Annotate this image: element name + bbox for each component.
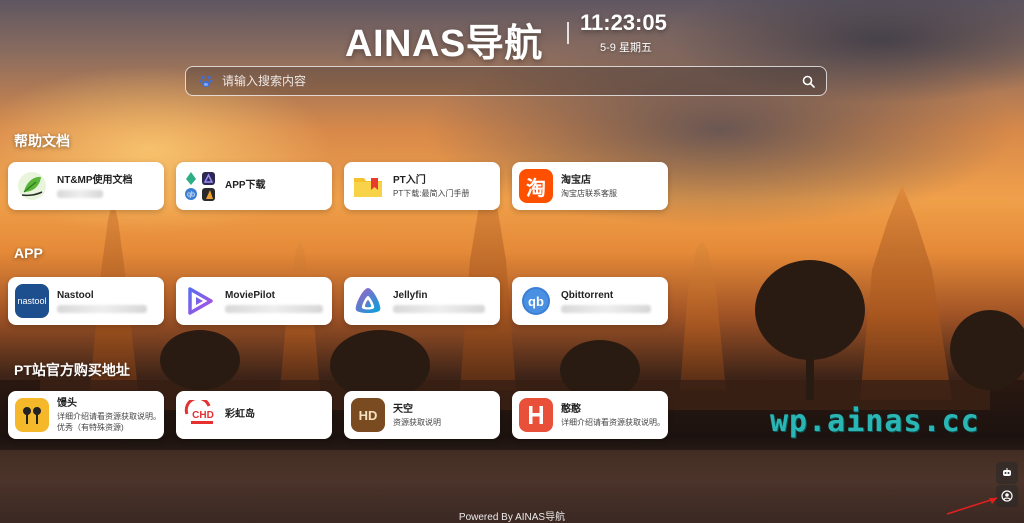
header: AINAS导航 11:23:05 5-9 星期五 <box>0 8 1024 65</box>
blurred-desc <box>561 305 651 313</box>
taobao-icon: 淘 <box>519 169 553 203</box>
card-desc: 详细介绍请看资源获取说明。优秀（有特殊资源) <box>57 412 161 432</box>
svg-text:du: du <box>204 82 208 87</box>
chd-icon: CHD <box>183 398 217 432</box>
card-name: 彩虹岛 <box>225 409 255 420</box>
card-name: 憨憨 <box>561 403 581 415</box>
baidu-paw-icon[interactable]: du <box>198 73 214 89</box>
clock-date: 5-9 星期五 <box>600 42 652 54</box>
card-app-download[interactable]: qb APP下载 <box>176 162 332 210</box>
card-desc: 详细介绍请看资源获取说明。 <box>561 417 665 427</box>
leaf-logo-icon <box>15 169 49 203</box>
card-name: 淘宝店 <box>561 174 591 186</box>
svg-text:qb: qb <box>187 192 195 199</box>
card-name: APP下载 <box>225 180 266 191</box>
blurred-desc <box>57 190 103 198</box>
card-jellyfin[interactable]: Jellyfin <box>344 277 500 325</box>
card-mteam[interactable]: 馒头 详细介绍请看资源获取说明。优秀（有特殊资源) <box>8 391 164 439</box>
card-name: 天空 <box>393 403 413 415</box>
card-name: Qbittorrent <box>561 290 614 301</box>
search-input[interactable] <box>222 74 800 88</box>
blurred-desc <box>225 305 323 313</box>
jellyfin-icon <box>351 284 385 318</box>
card-taobao[interactable]: 淘 淘宝店 淘宝店联系客服 <box>512 162 668 210</box>
search-icon[interactable] <box>800 73 816 89</box>
header-divider <box>567 22 569 44</box>
card-name: PT入门 <box>393 174 426 186</box>
card-pt-intro[interactable]: PT入门 PT下载:最简入门手册 <box>344 162 500 210</box>
site-title: AINAS导航 <box>345 23 543 65</box>
card-name: MoviePilot <box>225 290 276 301</box>
robot-icon[interactable] <box>996 462 1018 484</box>
card-desc: 淘宝店联系客服 <box>561 188 617 198</box>
mteam-icon <box>15 398 49 432</box>
section-title-pt-sites: PT站官方购买地址 <box>14 362 130 378</box>
card-name: Nastool <box>57 290 94 301</box>
folder-bookmark-icon <box>351 169 385 203</box>
blurred-desc <box>57 305 147 313</box>
card-desc: PT下载:最简入门手册 <box>393 188 470 198</box>
app-grid-icon: qb <box>183 169 217 203</box>
card-hdsky[interactable]: HD 天空 资源获取说明 <box>344 391 500 439</box>
moviepilot-icon <box>183 284 217 318</box>
watermark: wp.ainas.cc <box>770 404 980 439</box>
footer: Powered By AINAS导航 <box>458 512 566 523</box>
hhan-icon <box>519 398 553 432</box>
section-title-help-docs: 帮助文档 <box>14 133 70 149</box>
card-chdbits[interactable]: CHD 彩虹岛 <box>176 391 332 439</box>
svg-text:CHD: CHD <box>192 410 214 421</box>
card-qbittorrent[interactable]: qb Qbittorrent <box>512 277 668 325</box>
card-name: Jellyfin <box>393 290 428 301</box>
section-title-app: APP <box>14 245 43 261</box>
nastool-icon: nastool <box>15 284 49 318</box>
qbittorrent-icon: qb <box>519 284 553 318</box>
card-nt-mp-docs[interactable]: NT&MP使用文档 <box>8 162 164 210</box>
search-bar: du <box>185 66 827 96</box>
hdsky-icon: HD <box>351 398 385 432</box>
svg-text:qb: qb <box>528 294 544 309</box>
blurred-desc <box>393 305 485 313</box>
card-name: 馒头 <box>57 398 77 409</box>
card-moviepilot[interactable]: MoviePilot <box>176 277 332 325</box>
clock-time: 11:23:05 <box>580 10 667 35</box>
card-name: NT&MP使用文档 <box>57 175 133 186</box>
card-desc: 资源获取说明 <box>393 417 441 427</box>
card-nastool[interactable]: nastool Nastool <box>8 277 164 325</box>
card-hhan[interactable]: 憨憨 详细介绍请看资源获取说明。 <box>512 391 668 439</box>
